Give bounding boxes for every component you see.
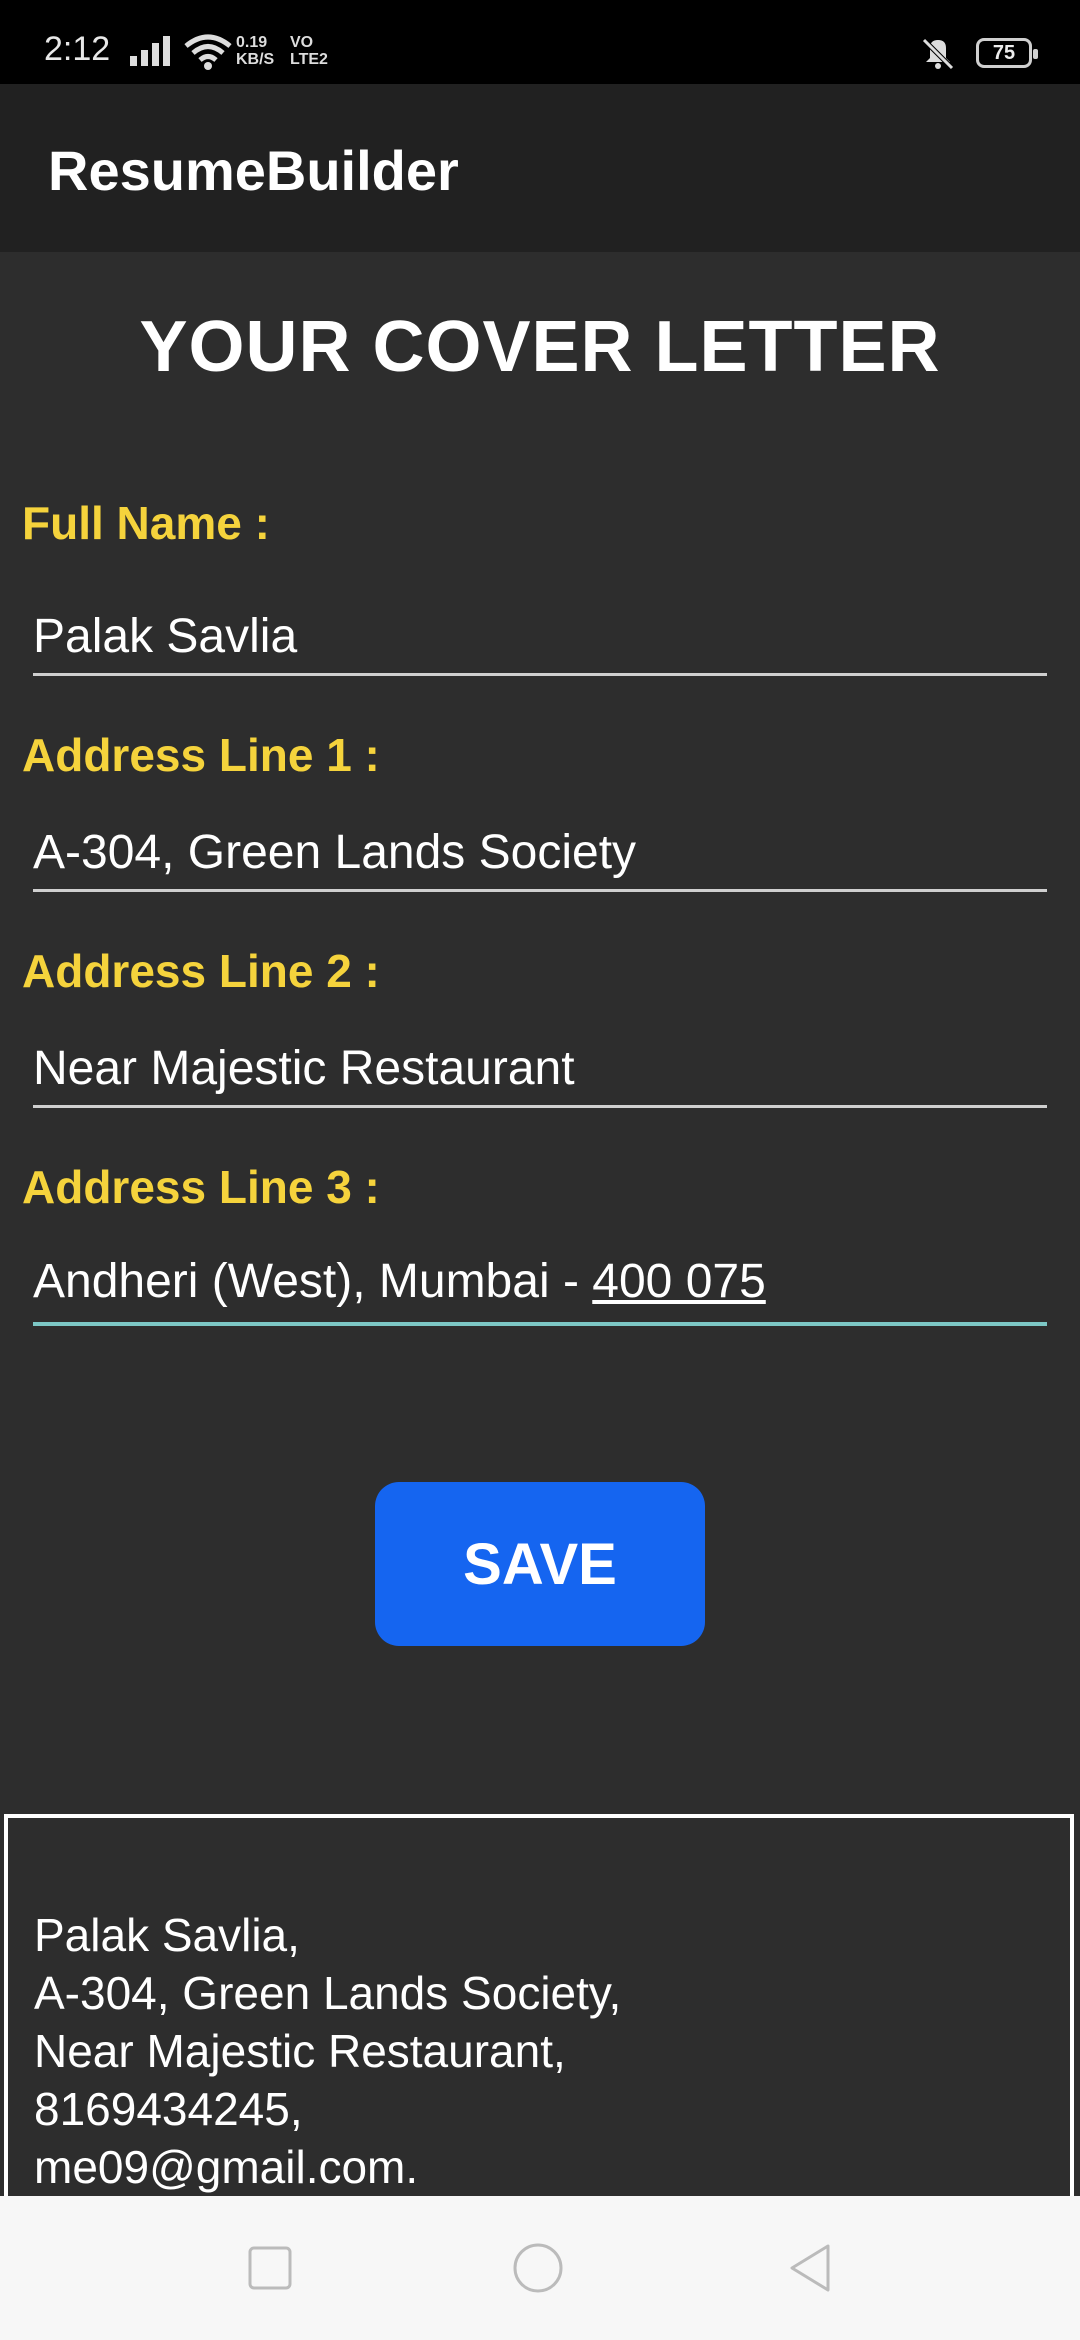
cover-letter-preview: Palak Savlia, A-304, Green Lands Society…: [4, 1814, 1074, 2196]
address-line-2-label: Address Line 2 :: [22, 945, 380, 997]
status-time: 2:12: [44, 30, 111, 68]
address-line-2-input[interactable]: [33, 1032, 1047, 1108]
app-title: ResumeBuilder: [48, 139, 459, 202]
status-bar: 2:12 0.19 KB/S VO LTE2 75: [0, 0, 1080, 84]
wifi-icon: [184, 34, 232, 70]
battery-level: 75: [992, 42, 1016, 64]
volte-bottom: LTE2: [290, 51, 328, 68]
page-title: YOUR COVER LETTER: [139, 307, 941, 387]
net-speed-unit: KB/S: [236, 51, 275, 68]
home-icon[interactable]: [512, 2242, 564, 2294]
network-speed: 0.19 KB/S: [236, 34, 274, 68]
navigation-bar: [0, 2196, 1080, 2340]
address-line-3-zip: 400 075: [592, 1255, 766, 1308]
address-line-3-text: Andheri (West), Mumbai -: [33, 1255, 593, 1308]
preview-line: 8169434245,: [34, 2083, 303, 2135]
mute-icon: [922, 38, 954, 70]
save-button[interactable]: SAVE: [375, 1482, 705, 1646]
app-bar: ResumeBuilder: [0, 84, 1080, 252]
address-line-3-input[interactable]: Andheri (West), Mumbai - 400 075: [33, 1250, 1047, 1326]
address-line-3-label: Address Line 3 :: [22, 1161, 380, 1213]
preview-line: A-304, Green Lands Society,: [34, 1967, 622, 2019]
preview-line: Palak Savlia,: [34, 1909, 300, 1961]
battery-icon: 75: [976, 38, 1038, 68]
preview-text: Palak Savlia, A-304, Green Lands Society…: [34, 1906, 621, 2196]
address-line-1-label: Address Line 1 :: [22, 729, 380, 781]
preview-line: me09@gmail.com.: [34, 2141, 419, 2193]
recents-icon[interactable]: [244, 2242, 296, 2294]
full-name-input[interactable]: [33, 600, 1047, 676]
full-name-label: Full Name :: [22, 497, 270, 549]
address-line-1-input[interactable]: [33, 816, 1047, 892]
preview-line: Near Majestic Restaurant,: [34, 2025, 566, 2077]
signal-icon: [130, 36, 170, 66]
net-speed-value: 0.19: [236, 34, 268, 51]
volte-top: VO: [290, 34, 314, 51]
back-icon[interactable]: [784, 2242, 836, 2294]
volte-indicator: VO LTE2: [290, 34, 328, 68]
